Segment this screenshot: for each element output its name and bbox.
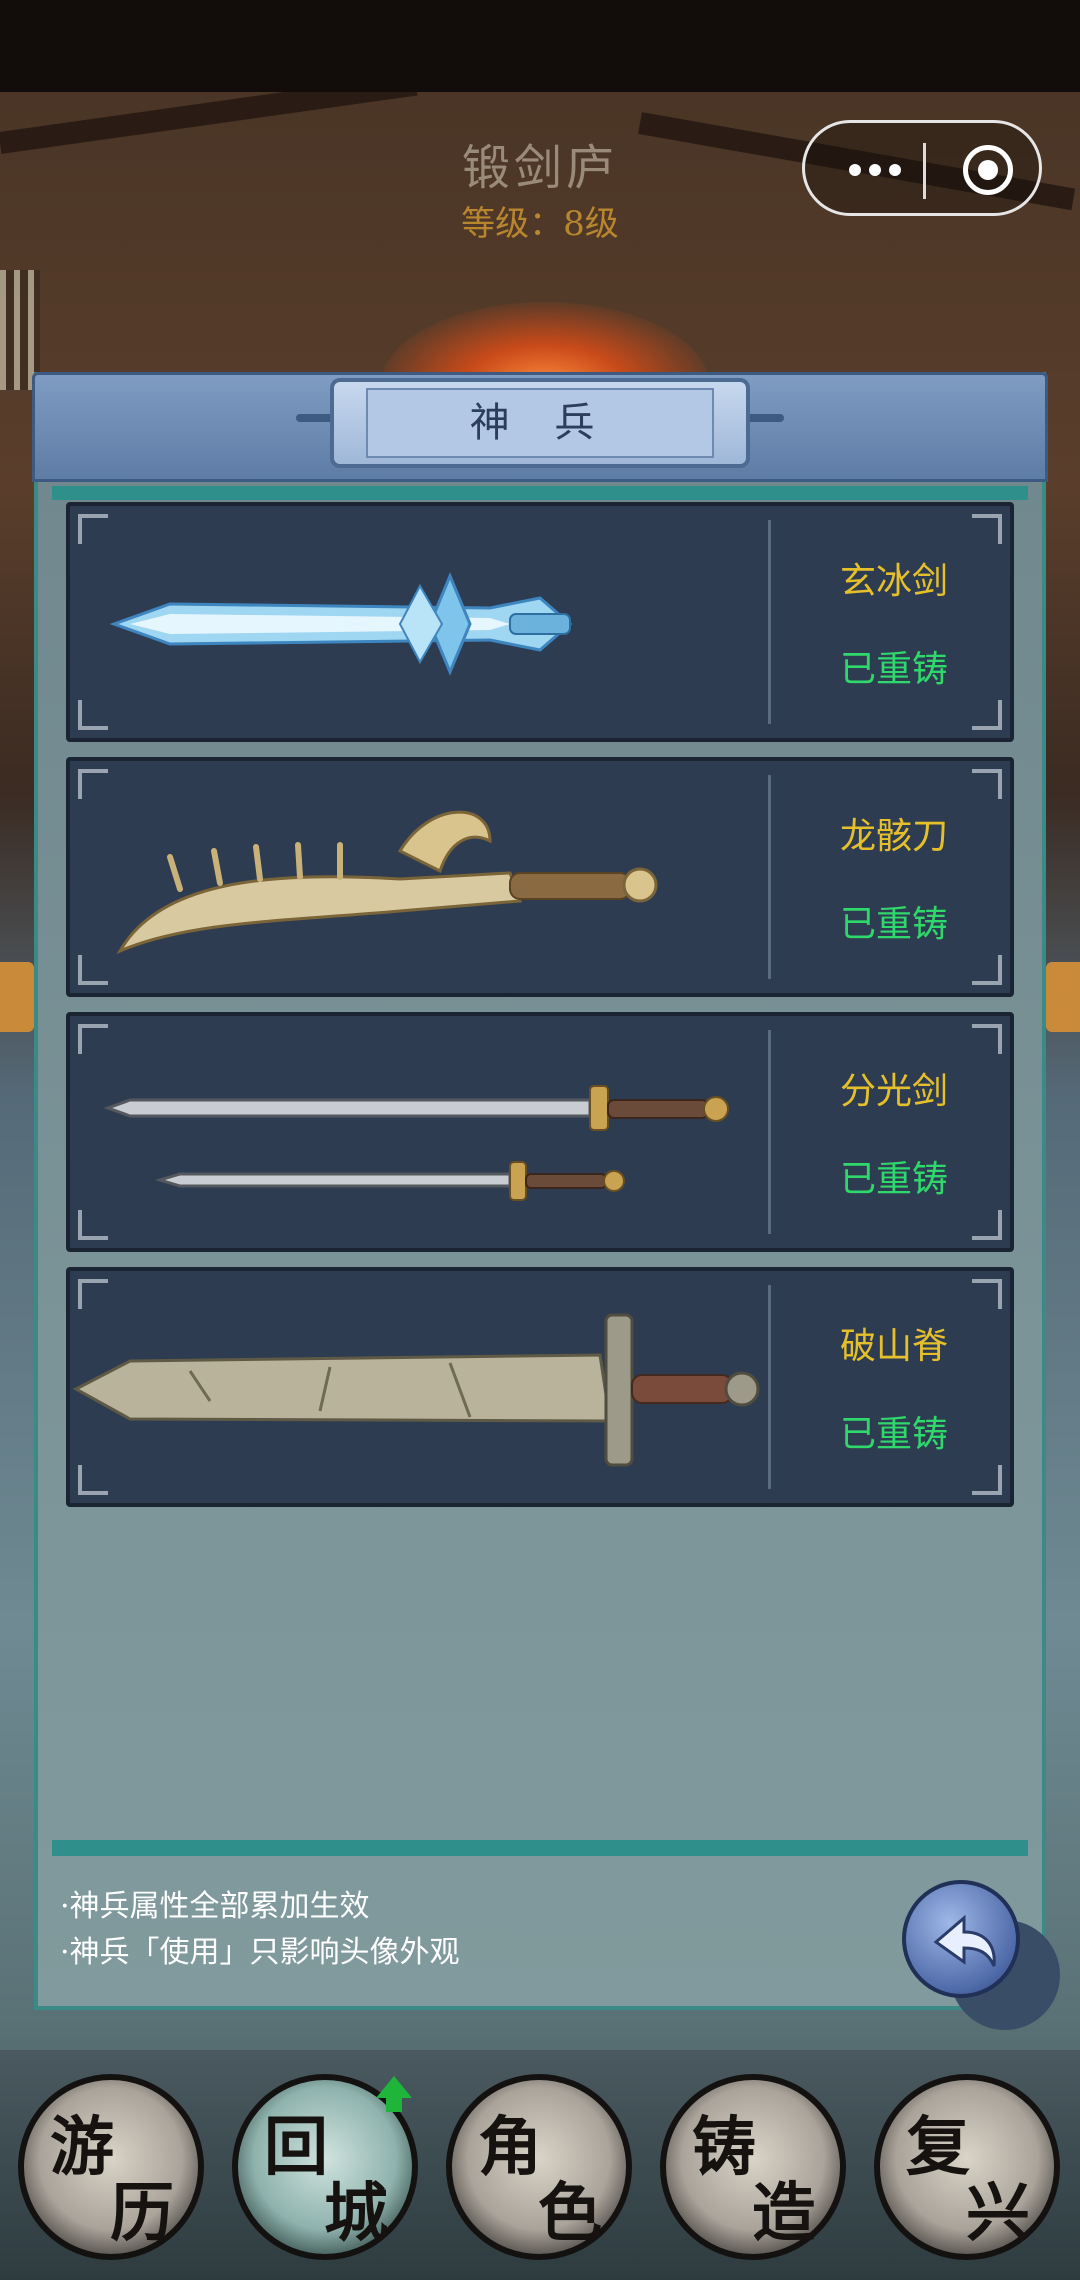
more-dots-icon — [849, 164, 861, 176]
nav-label-top: 游 — [50, 2110, 114, 2185]
ice-sword-icon — [109, 572, 573, 676]
back-button[interactable] — [902, 1880, 1020, 1998]
weapon-card[interactable]: 龙骸刀 已重铸 — [66, 757, 1014, 997]
upgrade-arrow-stem — [386, 2096, 402, 2112]
weapon-card[interactable]: 分光剑 已重铸 — [66, 1012, 1014, 1252]
frame-corner — [78, 769, 108, 799]
nav-label-top: 角 — [478, 2110, 542, 2185]
frame-corner — [78, 955, 108, 985]
nav-label-top: 复 — [906, 2110, 970, 2185]
frame-corner — [972, 514, 1002, 544]
weapon-card[interactable]: 破山脊 已重铸 — [66, 1267, 1014, 1507]
weapon-name: 龙骸刀 — [839, 816, 948, 857]
frame-corner — [78, 1024, 108, 1054]
frame-corner — [972, 1465, 1002, 1495]
miniprogram-capsule — [802, 120, 1042, 216]
frame-corner — [972, 955, 1002, 985]
side-tab-left — [0, 962, 34, 1032]
frame-corner — [972, 769, 1002, 799]
weapon-name: 破山脊 — [839, 1326, 948, 1367]
weapon-status: 已重铸 — [839, 649, 948, 690]
back-arrow-icon — [933, 1914, 996, 1967]
stone-greatsword-icon — [72, 1313, 760, 1467]
weapon-status: 已重铸 — [839, 1414, 948, 1455]
frame-corner — [78, 1279, 108, 1309]
info-notes: ·神兵属性全部累加生效 ·神兵「使用」只影响头像外观 — [60, 1884, 860, 1976]
card-divider — [768, 775, 771, 979]
upgrade-arrow-icon — [376, 2076, 412, 2098]
nav-travel[interactable]: 游 历 — [18, 2074, 204, 2260]
frame-corner — [78, 514, 108, 544]
nav-label-top: 铸 — [692, 2110, 756, 2185]
card-divider — [768, 1285, 771, 1489]
frame-corner — [78, 1210, 108, 1240]
nav-label-bottom: 造 — [752, 2176, 816, 2251]
frame-corner — [972, 1024, 1002, 1054]
frame-corner — [972, 700, 1002, 730]
card-divider — [768, 520, 771, 724]
twin-swords-icon — [103, 1085, 729, 1201]
list-bottom-border — [52, 1840, 1028, 1856]
nav-label-bottom: 兴 — [966, 2176, 1030, 2251]
nav-character[interactable]: 角 色 — [446, 2074, 632, 2260]
note-line: ·神兵「使用」只影响头像外观 — [60, 1935, 460, 1970]
nav-forge[interactable]: 铸 造 — [660, 2074, 846, 2260]
target-icon — [978, 160, 998, 180]
frame-corner — [78, 1465, 108, 1495]
more-dots-icon — [889, 164, 901, 176]
nav-label-bottom: 城 — [324, 2176, 388, 2251]
weapon-status: 已重铸 — [839, 904, 948, 945]
note-line: ·神兵属性全部累加生效 — [60, 1889, 370, 1924]
nav-label-bottom: 历 — [110, 2176, 174, 2251]
list-top-border — [52, 486, 1028, 500]
weapon-status: 已重铸 — [839, 1159, 948, 1200]
close-miniprogram-button[interactable] — [963, 145, 1013, 195]
nav-label-top: 回 — [264, 2110, 328, 2185]
panel-title: 神 兵 — [366, 388, 714, 458]
card-divider — [768, 1030, 771, 1234]
nav-label-bottom: 色 — [538, 2176, 602, 2251]
frame-corner — [972, 1210, 1002, 1240]
side-tab-right — [1046, 962, 1080, 1032]
weapon-name: 玄冰剑 — [839, 561, 948, 602]
more-menu-button[interactable] — [839, 153, 919, 187]
status-bar — [0, 0, 1080, 92]
frame-corner — [78, 700, 108, 730]
weapon-card[interactable]: 玄冰剑 已重铸 — [66, 502, 1014, 742]
weapon-name: 分光剑 — [839, 1071, 948, 1112]
capsule-divider — [923, 143, 926, 199]
frame-corner — [972, 1279, 1002, 1309]
more-dots-icon — [869, 164, 881, 176]
nav-revival[interactable]: 复 兴 — [874, 2074, 1060, 2260]
dragon-bone-blade-icon — [116, 810, 658, 955]
